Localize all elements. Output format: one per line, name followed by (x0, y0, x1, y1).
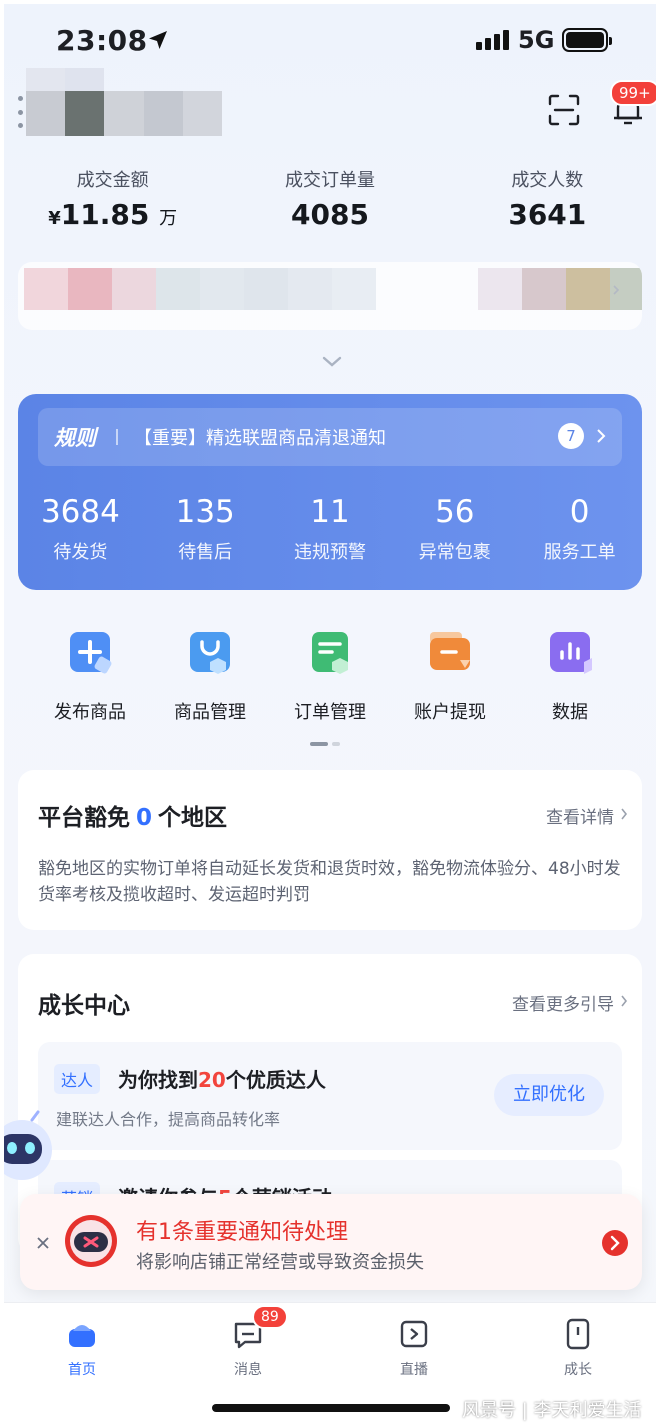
robot-mascot-icon[interactable] (4, 1110, 56, 1186)
tab-label: 直播 (400, 1362, 428, 1378)
action-publish-product[interactable]: 发布商品 (30, 628, 150, 724)
tab-home[interactable]: 首页 (22, 1317, 142, 1379)
view-more-guides-link[interactable]: 查看更多引导 (512, 990, 614, 1015)
action-account-withdraw[interactable]: 账户提现 (390, 628, 510, 724)
cellular-signal-icon (476, 30, 509, 50)
metric-label: 异常包裹 (418, 542, 491, 563)
action-label: 订单管理 (294, 702, 366, 723)
shopping-bag-icon (190, 632, 230, 674)
exemption-description: 豁免地区的实物订单将自动延长发货和退货时效，豁免物流体验分、48小时发货率考核及… (38, 859, 621, 905)
metric-value: 0 (569, 494, 590, 530)
home-icon (69, 1325, 95, 1347)
sales-stats: 成交金额 ¥11.85 万 成交订单量 4085 成交人数 3641 (4, 166, 656, 231)
exemption-title: 平台豁免 0 个地区 (38, 805, 228, 831)
task-tag: 达人 (54, 1064, 101, 1094)
metric-label: 违规预警 (293, 542, 366, 563)
rules-notice-text: 【重要】精选联盟商品清退通知 (134, 428, 386, 449)
rules-card: 规则 【重要】精选联盟商品清退通知 7 3684 待发货 135 待售后 11 … (18, 394, 642, 590)
close-icon[interactable] (36, 1236, 50, 1250)
metric-value: 135 (175, 494, 235, 530)
order-doc-icon (312, 632, 348, 674)
stat-label: 成交订单量 (284, 170, 375, 191)
alert-subtitle: 将影响店铺正常经营或导致资金损失 (136, 1252, 424, 1273)
action-label: 发布商品 (54, 702, 126, 723)
rules-tag: 规则 (54, 426, 96, 450)
metric-value: 3684 (40, 494, 120, 530)
view-details-link[interactable]: 查看详情 (546, 803, 614, 828)
metric-after-sales[interactable]: 135 待售后 (143, 494, 268, 564)
add-product-icon (70, 632, 112, 674)
chevron-right-icon (597, 429, 606, 443)
alert-robot-icon (65, 1215, 117, 1267)
stat-orders[interactable]: 成交订单量 4085 (221, 166, 438, 231)
tab-label: 成长 (564, 1362, 592, 1378)
quick-actions: 发布商品 商品管理 订单管理 账户提现 数据 (30, 628, 630, 724)
blurred-info-card[interactable] (18, 262, 642, 330)
page-indicator (310, 742, 340, 746)
tab-label: 消息 (234, 1362, 262, 1378)
notification-badge: 99+ (610, 80, 656, 106)
action-label: 账户提现 (414, 702, 486, 723)
metric-service-ticket[interactable]: 0 服务工单 (517, 494, 642, 564)
tab-label: 首页 (68, 1362, 96, 1378)
growth-task-influencer[interactable]: 达人 为你找到20个优质达人 建联达人合作，提高商品转化率 立即优化 (38, 1042, 622, 1150)
chevron-right-icon (621, 808, 628, 820)
rules-notice-bar[interactable]: 规则 【重要】精选联盟商品清退通知 7 (38, 408, 622, 466)
stat-value: 4085 (291, 198, 369, 231)
battery-icon (562, 28, 612, 52)
bar-chart-icon (550, 632, 592, 674)
optimize-now-button[interactable]: 立即优化 (494, 1074, 604, 1116)
stat-value: 3641 (508, 198, 587, 231)
metric-value: 56 (435, 494, 475, 530)
exemption-card[interactable]: 平台豁免 0 个地区 查看详情 豁免地区的实物订单将自动延长发货和退货时效，豁免物流… (18, 770, 642, 930)
chevron-right-icon (621, 995, 628, 1007)
metric-violation-warning[interactable]: 11 违规预警 (268, 494, 393, 564)
chevron-right-icon (613, 285, 620, 295)
metric-label: 待售后 (178, 542, 233, 563)
stat-buyers[interactable]: 成交人数 3641 (439, 166, 656, 231)
growth-center-title: 成长中心 (38, 993, 130, 1019)
metric-label: 待发货 (53, 542, 108, 563)
metric-abnormal-package[interactable]: 56 异常包裹 (392, 494, 517, 564)
order-metrics: 3684 待发货 135 待售后 11 违规预警 56 异常包裹 0 服务工单 (18, 494, 642, 564)
tab-growth[interactable]: 成长 (518, 1317, 638, 1379)
more-menu-icon[interactable] (18, 96, 24, 128)
tab-live[interactable]: 直播 (354, 1317, 474, 1379)
stat-label: 成交金额 (76, 170, 149, 191)
important-notice-banner[interactable]: 有1条重要通知待处理 将影响店铺正常经营或导致资金损失 (20, 1194, 642, 1290)
action-order-management[interactable]: 订单管理 (270, 628, 390, 724)
tab-messages[interactable]: 消息 89 (188, 1305, 308, 1379)
watermark-text: 风景号 | 李天利爱生活 (462, 1400, 642, 1421)
home-indicator (212, 1404, 450, 1412)
status-bar: 23:08 5G (4, 4, 656, 74)
task-subtitle: 建联达人合作，提高商品转化率 (56, 1110, 281, 1129)
network-type: 5G (518, 26, 555, 54)
action-data[interactable]: 数据 (510, 628, 630, 724)
status-time: 23:08 (56, 24, 148, 57)
task-title: 为你找到20个优质达人 (118, 1068, 326, 1092)
action-label: 商品管理 (174, 702, 246, 723)
chevron-down-icon[interactable] (320, 354, 344, 370)
wallet-icon (430, 632, 470, 670)
blurred-content (24, 268, 376, 310)
action-label: 数据 (552, 702, 588, 723)
metric-value: 11 (310, 494, 350, 530)
metric-label: 服务工单 (543, 542, 616, 563)
action-product-management[interactable]: 商品管理 (150, 628, 270, 724)
scan-icon[interactable] (546, 92, 582, 128)
stat-gmv[interactable]: 成交金额 ¥11.85 万 (4, 166, 221, 231)
live-icon (400, 1320, 428, 1348)
shop-name-blurred (26, 68, 222, 136)
growth-icon (566, 1318, 590, 1350)
chevron-right-circle-icon[interactable] (602, 1230, 628, 1256)
message-count-badge: 89 (252, 1305, 288, 1329)
stat-label: 成交人数 (511, 170, 584, 191)
location-arrow-icon (149, 31, 167, 49)
stat-value: ¥11.85 万 (48, 198, 178, 231)
app-screen: 23:08 5G 99+ 成交金额 ¥11.85 万 成交订单量 4085 成交… (4, 4, 656, 1424)
metric-pending-shipment[interactable]: 3684 待发货 (18, 494, 143, 564)
alert-title: 有1条重要通知待处理 (136, 1220, 348, 1245)
divider (116, 429, 118, 445)
rules-count-badge: 7 (558, 423, 584, 449)
